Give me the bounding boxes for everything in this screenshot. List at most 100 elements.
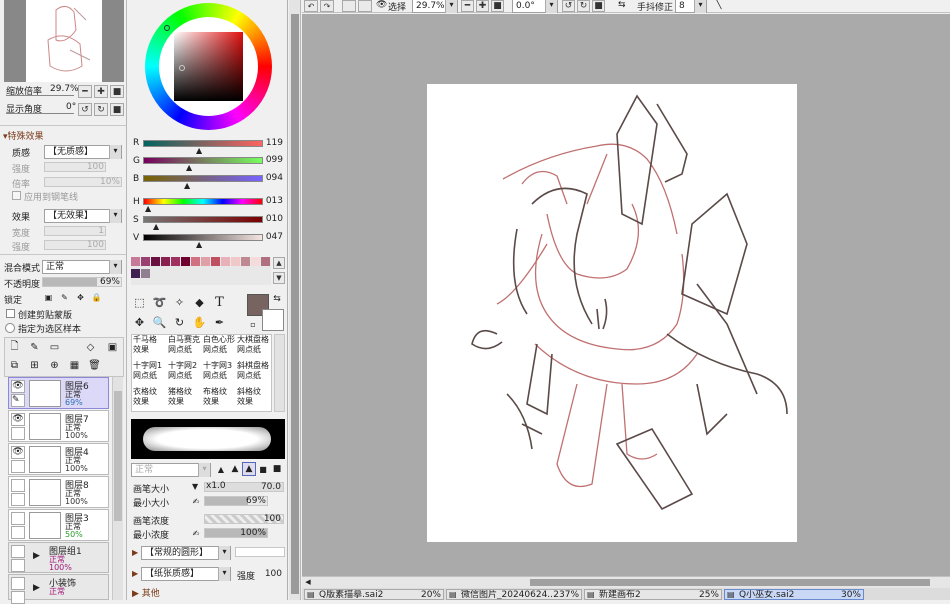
- layer-item[interactable]: 👁 图层4 正常 100%: [8, 443, 109, 475]
- shape-icon[interactable]: ◆: [191, 294, 208, 311]
- layer-scrollbar[interactable]: [112, 377, 123, 600]
- folder-expand-icon[interactable]: ▶: [33, 551, 40, 561]
- toolbar-zoom-reset[interactable]: ■: [491, 0, 504, 12]
- layer-edit-icon[interactable]: [11, 460, 25, 473]
- other-section-header[interactable]: ▶ 其他: [132, 586, 160, 599]
- delete-layer-icon[interactable]: 🗑: [86, 357, 103, 374]
- s-slider[interactable]: [143, 216, 263, 223]
- brush-slot[interactable]: 白马赛克 网点纸: [168, 335, 202, 359]
- brush-slot[interactable]: 白色心形 网点纸: [203, 335, 237, 359]
- visibility-eye-icon[interactable]: 👁: [11, 446, 25, 459]
- brush-mode-select[interactable]: 正常: [131, 463, 211, 477]
- layer-item[interactable]: 👁 图层7 正常 100%: [8, 410, 109, 442]
- rotate-tool-icon[interactable]: ↻: [171, 314, 188, 331]
- layer-item[interactable]: 图层3 正常 50%: [8, 509, 109, 541]
- layer-edit-icon[interactable]: [11, 427, 25, 440]
- toolbar-rotate-right[interactable]: ↻: [577, 0, 590, 12]
- pressure-icon[interactable]: ✍: [190, 495, 202, 507]
- undo-button[interactable]: ↶: [304, 0, 318, 12]
- zoom-reset-button[interactable]: ■: [110, 85, 124, 98]
- eye-icon[interactable]: 👁: [376, 0, 387, 10]
- brush-shape-select[interactable]: 【常规的圆形】: [141, 546, 231, 560]
- invert-select-button[interactable]: [358, 0, 372, 12]
- toolbar-rotate-reset[interactable]: ■: [592, 0, 605, 12]
- rotate-reset-button[interactable]: ■: [110, 103, 124, 116]
- brush-slot[interactable]: 十字网3 网点纸: [203, 361, 237, 385]
- layer-edit-icon[interactable]: ✎: [11, 394, 25, 407]
- doc-tab-active[interactable]: ▤ Q小巫女.sai2 30%: [724, 589, 864, 600]
- apply-pen-checkbox[interactable]: [12, 191, 21, 200]
- brush-shape-bar[interactable]: [235, 547, 285, 557]
- toolbar-rotate-left[interactable]: ↺: [562, 0, 575, 12]
- brush-slot[interactable]: 大棋盘格 网点纸: [237, 335, 271, 359]
- canvas-paper[interactable]: [427, 84, 797, 542]
- g-slider[interactable]: [143, 157, 263, 164]
- rotate-right-button[interactable]: ↻: [94, 103, 108, 116]
- layer-edit-icon[interactable]: [11, 493, 25, 506]
- layer-item[interactable]: 图层8 正常 100%: [8, 476, 109, 508]
- visibility-eye-icon[interactable]: [11, 479, 25, 492]
- zoom-tool-icon[interactable]: 🔍: [151, 314, 168, 331]
- stabilizer-select[interactable]: 8: [675, 0, 707, 13]
- brush-slot[interactable]: 猪格纹 效果: [168, 387, 202, 411]
- effect-select[interactable]: 【无效果】: [44, 209, 122, 223]
- layer-edit-icon[interactable]: [11, 591, 25, 604]
- new-linework-icon[interactable]: ✎: [26, 339, 43, 356]
- brush-slot[interactable]: 斜格纹 效果: [237, 387, 271, 411]
- canvas-hscrollbar[interactable]: ◀: [302, 576, 950, 588]
- g-thumb[interactable]: ▲: [186, 164, 192, 172]
- v-thumb[interactable]: ▲: [196, 241, 202, 249]
- transparent-color-icon[interactable]: ▫: [247, 318, 259, 330]
- visibility-eye-icon[interactable]: [11, 577, 25, 590]
- b-slider[interactable]: [143, 175, 263, 182]
- texture-select[interactable]: 【无质感】: [44, 145, 122, 159]
- layer-edit-icon[interactable]: [11, 559, 25, 572]
- deselect-button[interactable]: [342, 0, 356, 12]
- swatch-palette[interactable]: [131, 257, 271, 285]
- palette-scroll-up[interactable]: ▲: [273, 257, 285, 269]
- v-slider[interactable]: [143, 234, 263, 241]
- copy-layer-icon[interactable]: ⧉: [6, 357, 23, 374]
- zoom-out-button[interactable]: ━: [78, 85, 92, 98]
- new-layer-icon[interactable]: 🗋: [6, 339, 23, 356]
- redo-button[interactable]: ↷: [320, 0, 334, 12]
- r-slider[interactable]: [143, 140, 263, 147]
- angle-select[interactable]: 0.0°: [512, 0, 558, 13]
- lasso-icon[interactable]: ➰: [151, 294, 168, 311]
- lock-all-icon[interactable]: 🔒: [90, 291, 103, 304]
- lock-transparency-icon[interactable]: ▣: [42, 291, 55, 304]
- eyedropper-icon[interactable]: ✒: [211, 314, 228, 331]
- new-folder-icon[interactable]: ▭: [46, 339, 63, 356]
- text-tool-icon[interactable]: T: [211, 294, 228, 311]
- toolbar-zoom-in[interactable]: ✚: [476, 0, 489, 12]
- sample-radio[interactable]: [5, 323, 15, 333]
- tip-square-large-icon[interactable]: ■: [270, 462, 284, 476]
- move-tool-icon[interactable]: ✥: [131, 314, 148, 331]
- layer-edit-icon[interactable]: [11, 526, 25, 539]
- blend-mode-select[interactable]: 正常: [42, 260, 122, 274]
- clear-layer-icon[interactable]: ▦: [66, 357, 83, 374]
- brush-slot[interactable]: 十字网1 网点纸: [133, 361, 167, 385]
- visibility-eye-icon[interactable]: 👁: [11, 413, 25, 426]
- hand-tool-icon[interactable]: ✋: [191, 314, 208, 331]
- panel-scrollbar[interactable]: [289, 0, 301, 600]
- navigator-preview[interactable]: [4, 0, 124, 82]
- pressure-icon[interactable]: ✍: [190, 527, 202, 539]
- size-dropdown-icon[interactable]: ▼: [192, 482, 198, 491]
- visibility-eye-icon[interactable]: [11, 512, 25, 525]
- r-thumb[interactable]: ▲: [196, 147, 202, 155]
- tip-triangle-large-icon[interactable]: ▲: [228, 462, 242, 476]
- zoom-slider[interactable]: [6, 95, 74, 98]
- h-thumb[interactable]: ▲: [145, 205, 151, 213]
- doc-tab[interactable]: ▤ 微信图片_20240624... 237%: [446, 589, 582, 600]
- s-thumb[interactable]: ▲: [153, 223, 159, 231]
- rotate-left-button[interactable]: ↺: [78, 103, 92, 116]
- bg-color-swatch[interactable]: [262, 309, 284, 331]
- layer-effect-icon[interactable]: ◇: [82, 339, 99, 356]
- brush-grid-scrollbar[interactable]: [274, 334, 285, 412]
- brush-slot[interactable]: 衣格纹 效果: [133, 387, 167, 411]
- zoom-in-button[interactable]: ✚: [94, 85, 108, 98]
- doc-tab[interactable]: ▤ Q版素描摹.sai2 20%: [304, 589, 444, 600]
- palette-scroll-down[interactable]: ▼: [273, 272, 285, 284]
- brush-slot[interactable]: 斜棋盘格 网点纸: [237, 361, 271, 385]
